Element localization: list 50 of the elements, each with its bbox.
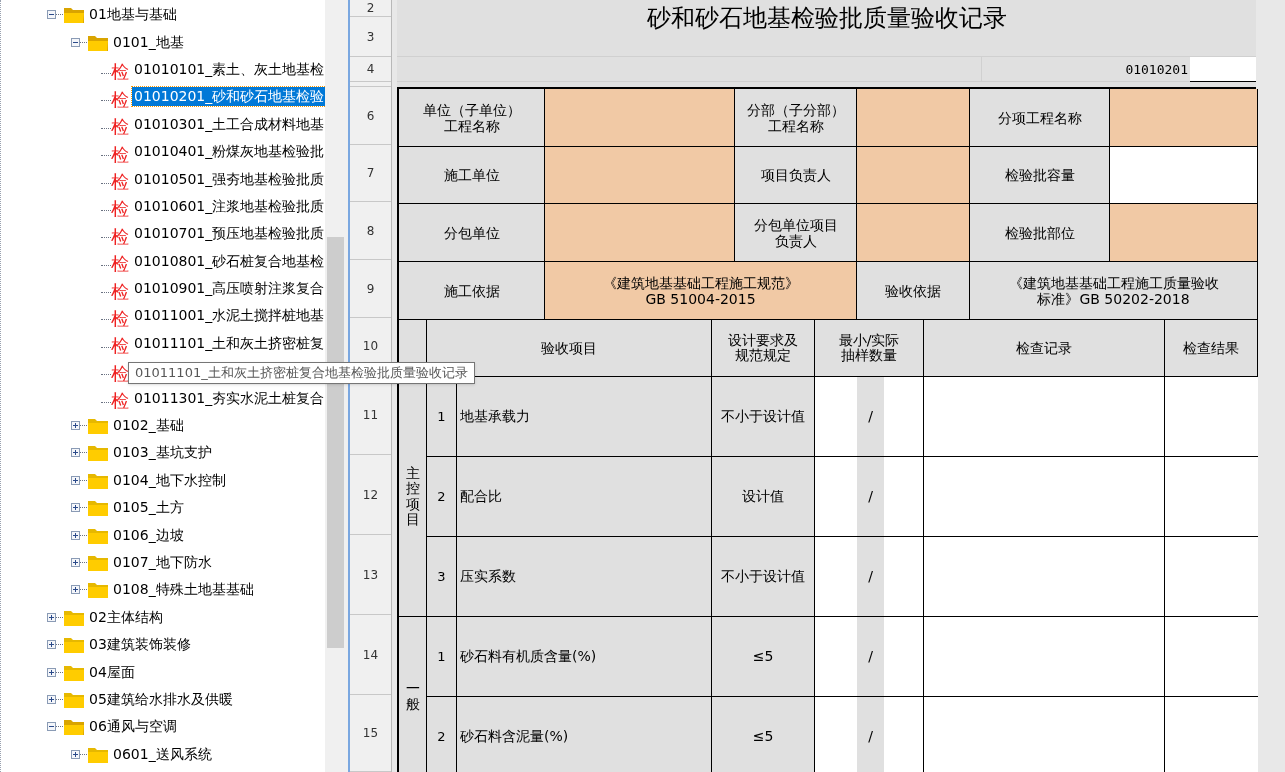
field-label: 检验批部位 [970,204,1110,262]
item-number: 2 [427,697,457,772]
requirement-text: ≤5 [712,617,815,697]
field-label: 验收依据 [857,262,970,320]
field-label: 分包单位 [399,204,545,262]
inspection-icon: 检 [111,364,129,383]
requirement-text: 不小于设计值 [712,377,815,457]
column-header: 设计要求及 规范规定 [712,320,815,377]
inspection-icon: 检 [111,255,129,274]
inspection-icon: 检 [111,63,129,82]
inspection-icon: 检 [111,118,129,137]
field-label: 施工依据 [399,262,545,320]
requirement-text: 不小于设计值 [712,537,815,617]
field-label: 项目负责人 [735,147,857,204]
sample-count-cell: / [857,377,884,457]
inspection-icon: 检 [111,282,129,301]
column-header: 检查记录 [924,320,1165,377]
item-name: 压实系数 [457,537,712,617]
group-label: 一般 [399,617,427,772]
field-label: 分包单位项目 负责人 [735,204,857,262]
field-label: 单位（子单位） 工程名称 [399,89,545,147]
inspection-icon: 检 [111,227,129,246]
inspection-icon: 检 [111,200,129,219]
sample-count-cell: / [857,697,884,772]
item-number: 2 [427,457,457,537]
field-label: 施工单位 [399,147,545,204]
tooltip: 01011101_土和灰土挤密桩复合地基检验批质量验收记录 [128,362,475,384]
inspection-icon: 检 [111,90,129,109]
column-header: 最小/实际 抽样数量 [815,320,924,377]
form-title: 砂和砂石地基检验批质量验收记录 [397,0,1256,57]
item-name: 砂石料有机质含量(%) [457,617,712,697]
field-label: 检验批容量 [970,147,1110,204]
column-header: 检查结果 [1165,320,1258,377]
inspection-icon: 检 [111,173,129,192]
item-name: 砂石料含泥量(%) [457,697,712,772]
item-name: 配合比 [457,457,712,537]
sample-count-cell: / [857,537,884,617]
inspection-icon: 检 [111,337,129,356]
inspection-icon: 检 [111,310,129,328]
item-number: 3 [427,537,457,617]
field-label: 分部（子分部） 工程名称 [735,89,857,147]
form-code: 01010201 [982,57,1190,82]
inspection-icon: 检 [111,392,129,411]
requirement-text: 设计值 [712,457,815,537]
item-number: 1 [427,617,457,697]
sample-count-cell: / [857,457,884,537]
sample-count-cell: / [857,617,884,697]
requirement-text: ≤5 [712,697,815,772]
inspection-icon: 检 [111,145,129,164]
field-label: 分项工程名称 [970,89,1110,147]
